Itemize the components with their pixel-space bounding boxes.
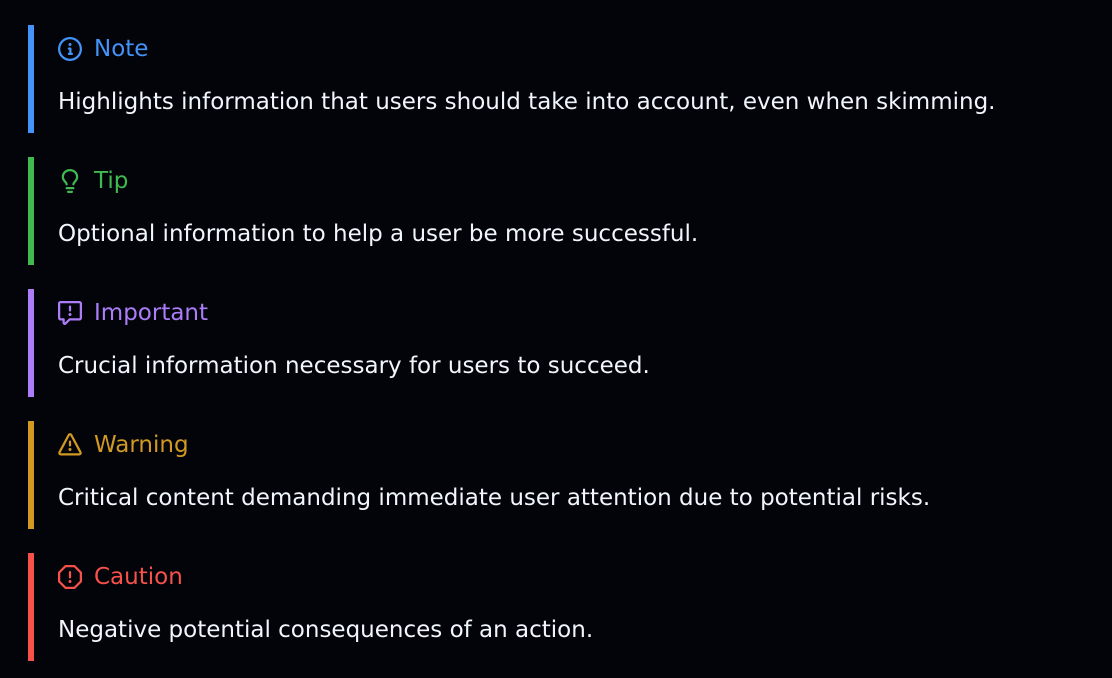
- alert-important-title-row: Important: [58, 299, 208, 327]
- alert-caution-title-row: Caution: [58, 563, 183, 591]
- stop-icon: [58, 565, 82, 589]
- light-bulb-icon: [58, 169, 82, 193]
- alert-tip-body: Optional information to help a user be m…: [58, 221, 699, 247]
- report-icon: [58, 301, 82, 325]
- alert-important-body: Crucial information necessary for users …: [58, 353, 650, 379]
- alert-warning: Warning Critical content demanding immed…: [28, 421, 1088, 529]
- alert-note-title-row: Note: [58, 35, 148, 63]
- alert-important-title: Important: [94, 300, 209, 326]
- alert-warning-title-row: Warning: [58, 431, 189, 459]
- alert-warning-body: Critical content demanding immediate use…: [58, 485, 931, 511]
- alert-caution-body: Negative potential consequences of an ac…: [58, 617, 594, 643]
- alert-tip: Tip Optional information to help a user …: [28, 157, 1088, 265]
- alert-warning-title: Warning: [94, 432, 189, 458]
- alert-note-body: Highlights information that users should…: [58, 89, 996, 115]
- alert-tip-title: Tip: [94, 168, 129, 194]
- alert-triangle-icon: [58, 433, 82, 457]
- alert-note-title: Note: [94, 36, 149, 62]
- alert-important: Important Crucial information necessary …: [28, 289, 1088, 397]
- alert-caution-title: Caution: [94, 564, 183, 590]
- alert-caution: Caution Negative potential consequences …: [28, 553, 1088, 661]
- alert-tip-title-row: Tip: [58, 167, 128, 195]
- markdown-alerts: Note Highlights information that users s…: [0, 0, 1112, 678]
- alert-note: Note Highlights information that users s…: [28, 25, 1088, 133]
- info-icon: [58, 37, 82, 61]
